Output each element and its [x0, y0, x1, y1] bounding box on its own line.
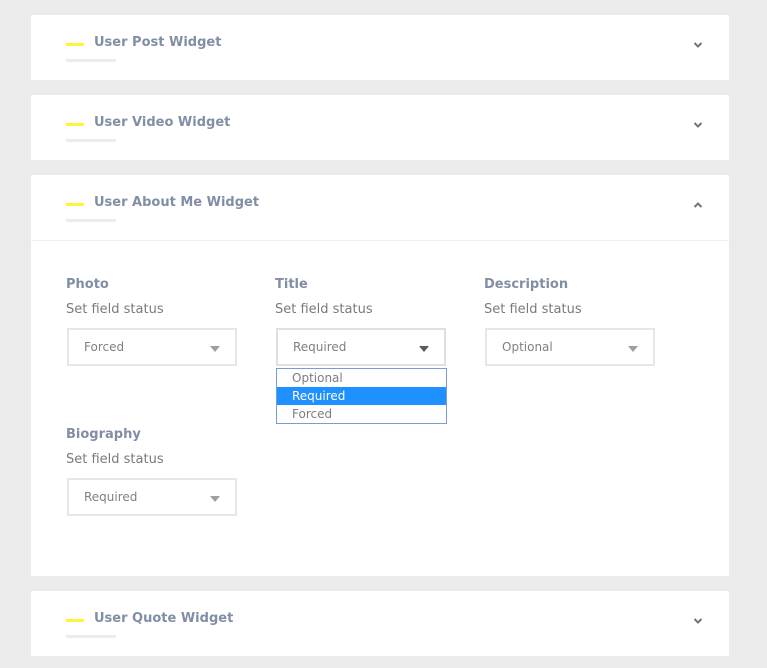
- title-accent-dash: [66, 203, 84, 206]
- caret-down-icon: [210, 346, 220, 352]
- title-underline: [66, 635, 116, 638]
- panel-title: User Video Widget: [94, 115, 231, 130]
- title-underline: [66, 219, 116, 222]
- chevron-down-icon[interactable]: [693, 120, 703, 130]
- chevron-down-icon[interactable]: [693, 40, 703, 50]
- title-accent-dash: [66, 123, 84, 126]
- panel-header-user-about-me-widget[interactable]: User About Me Widget: [31, 175, 729, 240]
- select-value: Forced: [84, 340, 125, 354]
- select-value: Optional: [502, 340, 553, 354]
- title-accent-dash: [66, 619, 84, 622]
- dropdown-option-forced[interactable]: Forced: [277, 405, 446, 423]
- field-subtitle: Set field status: [66, 302, 164, 317]
- description-status-select[interactable]: Optional: [485, 328, 655, 366]
- field-subtitle: Set field status: [484, 302, 582, 317]
- caret-down-icon: [628, 346, 638, 352]
- field-label: Title: [275, 277, 308, 292]
- panel-user-video-widget: User Video Widget: [31, 95, 729, 160]
- biography-status-select[interactable]: Required: [67, 478, 237, 516]
- select-value: Required: [293, 340, 347, 354]
- field-label: Photo: [66, 277, 109, 292]
- panel-user-quote-widget: User Quote Widget: [31, 591, 729, 656]
- chevron-up-icon[interactable]: [693, 200, 703, 210]
- title-status-dropdown: Optional Required Forced: [276, 368, 447, 424]
- panel-title: User About Me Widget: [94, 195, 260, 210]
- panel-header-user-video-widget[interactable]: User Video Widget: [31, 95, 729, 160]
- caret-down-icon: [419, 346, 429, 352]
- photo-status-select[interactable]: Forced: [67, 328, 237, 366]
- select-value: Required: [84, 490, 138, 504]
- title-status-select[interactable]: Required: [276, 328, 446, 366]
- field-label: Description: [484, 277, 569, 292]
- caret-down-icon: [210, 496, 220, 502]
- panel-title: User Quote Widget: [94, 611, 234, 626]
- title-underline: [66, 139, 116, 142]
- title-underline: [66, 59, 116, 62]
- dropdown-option-required[interactable]: Required: [277, 387, 446, 405]
- panel-header-user-quote-widget[interactable]: User Quote Widget: [31, 591, 729, 656]
- panel-body: Photo Set field status Forced Title Set …: [31, 240, 729, 575]
- panel-user-post-widget: User Post Widget: [31, 15, 729, 80]
- field-label: Biography: [66, 427, 141, 442]
- title-accent-dash: [66, 43, 84, 46]
- field-subtitle: Set field status: [66, 452, 164, 467]
- panel-title: User Post Widget: [94, 35, 222, 50]
- chevron-down-icon[interactable]: [693, 616, 703, 626]
- panel-header-user-post-widget[interactable]: User Post Widget: [31, 15, 729, 80]
- dropdown-option-optional[interactable]: Optional: [277, 369, 446, 387]
- panel-user-about-me-widget: User About Me Widget Photo Set field sta…: [31, 175, 729, 576]
- field-subtitle: Set field status: [275, 302, 373, 317]
